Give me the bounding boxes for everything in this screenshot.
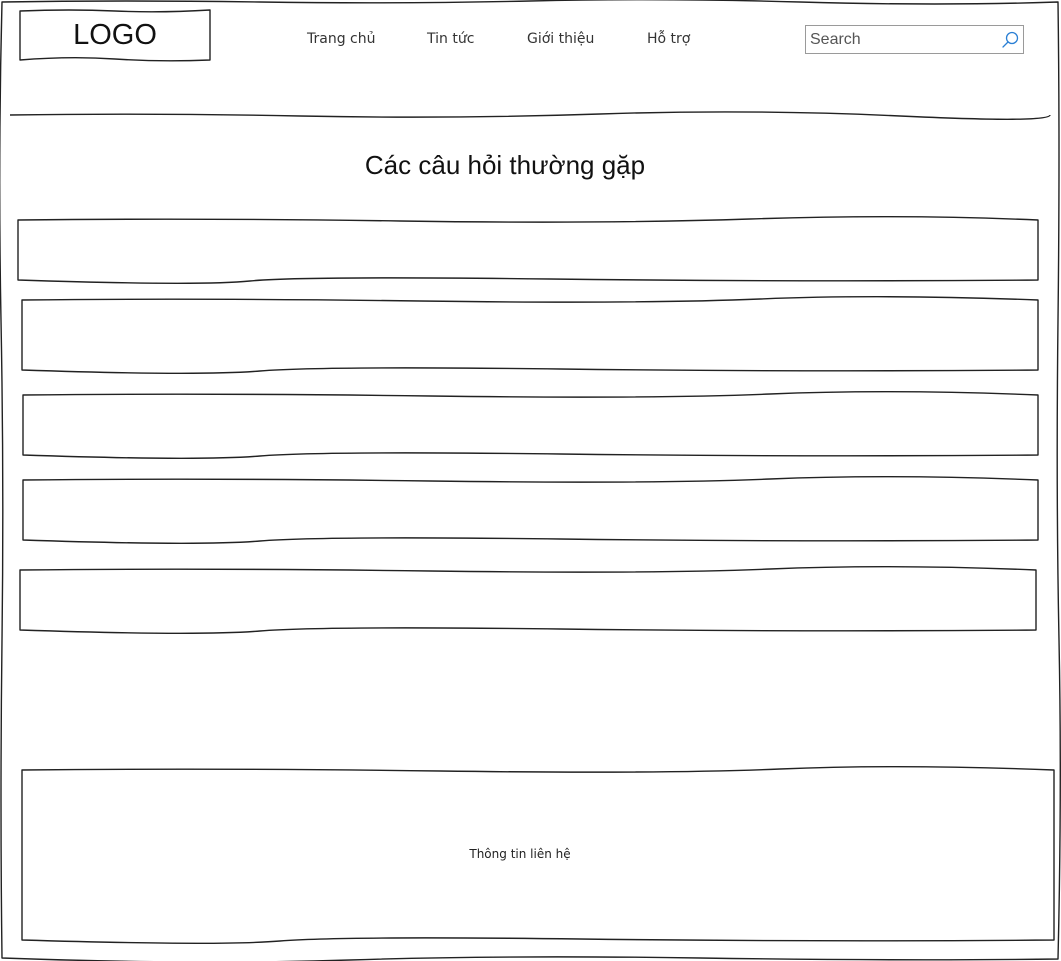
page-title: Các câu hỏi thường gặp — [364, 150, 646, 180]
faq-item-1[interactable] — [18, 220, 1038, 280]
faq-item-2[interactable] — [22, 300, 1038, 370]
nav-item-home[interactable]: Trang chủ — [307, 31, 375, 47]
header-divider — [9, 111, 1051, 120]
nav-item-about[interactable]: Giới thiệu — [527, 31, 594, 47]
search-input[interactable] — [810, 28, 1000, 51]
faq-item-5[interactable] — [20, 570, 1036, 630]
faq-item-3[interactable] — [23, 395, 1038, 455]
search-icon[interactable] — [1000, 30, 1020, 50]
search-box — [805, 25, 1024, 54]
nav-item-news[interactable]: Tin tức — [427, 31, 474, 47]
footer-contact-info: Thông tin liên hệ — [469, 847, 571, 861]
nav-item-support[interactable]: Hỗ trợ — [647, 31, 690, 47]
faq-item-4[interactable] — [23, 480, 1038, 540]
